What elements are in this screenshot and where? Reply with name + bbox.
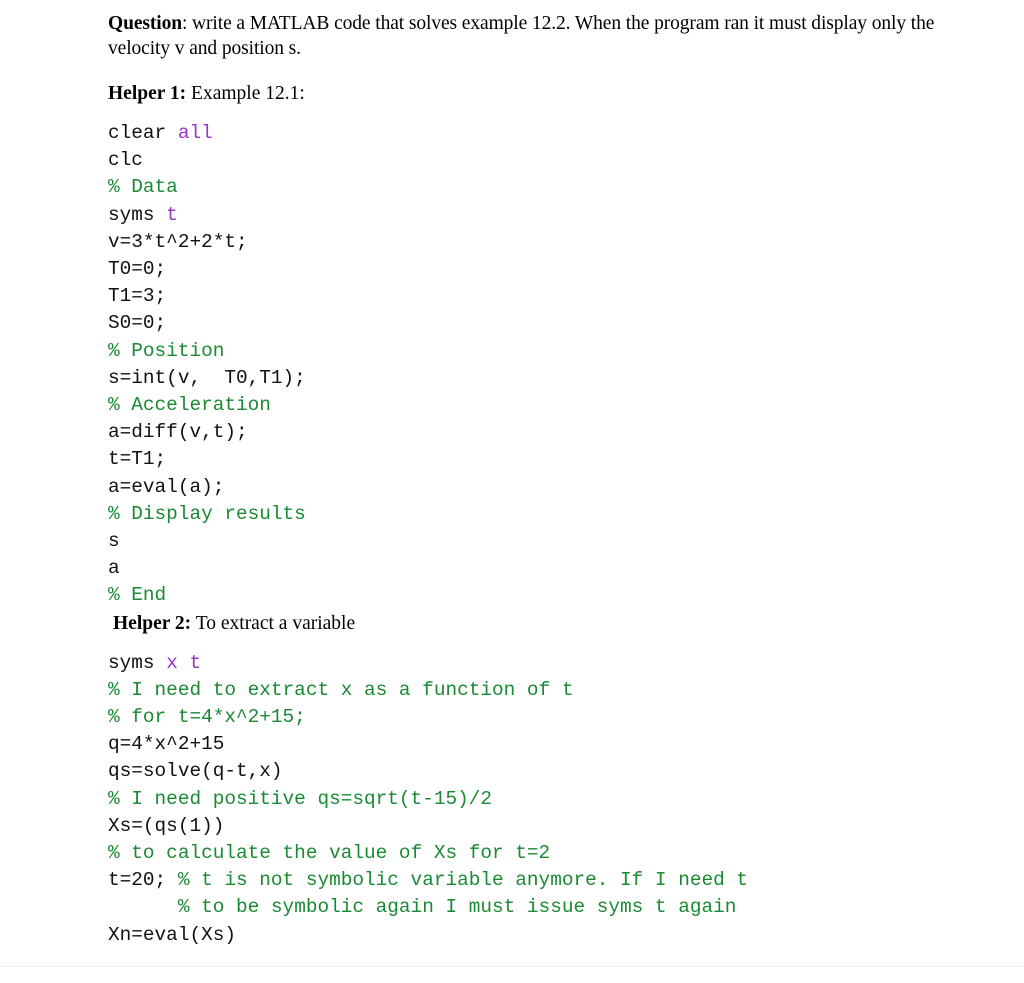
question-paragraph: Question: write a MATLAB code that solve… (108, 11, 988, 61)
code-token-plain: a=diff(v,t); (108, 421, 248, 444)
question-label: Question (108, 13, 182, 34)
code-line: % Position (108, 338, 988, 365)
code-token-plain: T1=3; (108, 285, 167, 308)
code-line: % Data (108, 174, 988, 201)
question-text: : write a MATLAB code that solves exampl… (108, 13, 935, 59)
code-token-plain: T0=0; (108, 258, 167, 281)
code-token-comment: % to calculate the value of Xs for t=2 (108, 842, 551, 865)
code-token-plain: t=20; (108, 869, 178, 892)
code-token-plain: clc (108, 149, 143, 172)
code-line: syms t (108, 202, 988, 229)
code-line: % I need to extract x as a function of t (108, 677, 988, 704)
code-token-comment: % Acceleration (108, 394, 271, 417)
code-line: % Acceleration (108, 392, 988, 419)
code-line: syms x t (108, 650, 988, 677)
code-line: % to be symbolic again I must issue syms… (108, 894, 988, 921)
code-token-comment: % I need positive qs=sqrt(t-15)/2 (108, 787, 492, 810)
code-token-plain: s=int(v, T0,T1); (108, 366, 306, 389)
code-token-plain: qs=solve(q-t,x) (108, 760, 283, 783)
code-token-keyword: x t (166, 651, 202, 674)
code-line: v=3*t^2+2*t; (108, 229, 988, 256)
code-line: clc (108, 147, 988, 174)
code-token-comment: % Data (108, 176, 178, 199)
code-line: S0=0; (108, 310, 988, 337)
helper-1-title: Example 12.1: (186, 83, 305, 104)
code-line: a=eval(a); (108, 474, 988, 501)
helper-1-heading: Helper 1: Example 12.1: (108, 81, 988, 106)
code-line: % End (108, 582, 988, 609)
code-token-comment: % to be symbolic again I must issue syms… (177, 896, 737, 919)
code-line: Xs=(qs(1)) (108, 813, 988, 840)
document-content: Question: write a MATLAB code that solve… (108, 11, 988, 949)
code-line: a=diff(v,t); (108, 419, 988, 446)
code-token-plain: s (108, 530, 120, 553)
helper-2-label: Helper 2: (113, 612, 192, 634)
code-token-keyword: all (177, 122, 213, 144)
helper-2-title: To extract a variable (191, 612, 356, 634)
code-token-plain: Xs=(qs(1)) (108, 814, 225, 837)
code-line: % to calculate the value of Xs for t=2 (108, 840, 988, 867)
bottom-margin-area (0, 967, 1024, 983)
code-line: a (108, 555, 988, 582)
helper-2-wrap: Helper 2: To extract a variable (108, 611, 988, 636)
code-line: qs=solve(q-t,x) (108, 758, 988, 785)
code-line: s=int(v, T0,T1); (108, 365, 988, 392)
code-token-plain: syms (108, 203, 167, 226)
matlab-code-block-1: clear all clc% Data syms t v=3*t^2+2*t; T0=0… (108, 120, 988, 610)
code-token-comment: % Position (108, 339, 225, 362)
code-line: T0=0; (108, 256, 988, 283)
code-line: s (108, 528, 988, 555)
matlab-code-block-2: syms x t% I need to extract x as a funct… (108, 650, 988, 949)
code-line: clear all (108, 120, 988, 147)
code-line: % for t=4*x^2+15; (108, 704, 988, 731)
code-token-plain: S0=0; (108, 312, 167, 335)
code-token-keyword: t (166, 203, 178, 226)
code-line: t=20; % t is not symbolic variable anymo… (108, 867, 988, 894)
code-token-comment: % End (108, 584, 167, 607)
code-token-comment: % for t=4*x^2+15; (108, 706, 306, 729)
code-token-plain: clear (108, 122, 178, 144)
code-token-plain: v=3*t^2+2*t; (108, 230, 248, 253)
helper-1-label: Helper 1: (108, 83, 187, 104)
code-token-plain: syms (108, 651, 167, 674)
code-line: T1=3; (108, 283, 988, 310)
code-line: % I need positive qs=sqrt(t-15)/2 (108, 786, 988, 813)
document-page: Question: write a MATLAB code that solve… (0, 0, 1024, 983)
code-line: Xn=eval(Xs) (108, 922, 988, 949)
code-token-plain: a (108, 557, 120, 580)
code-token-plain: t=T1; (108, 448, 167, 471)
code-token-comment: % t is not symbolic variable anymore. If… (177, 869, 749, 892)
helper-2-heading: Helper 2: To extract a variable (113, 611, 988, 636)
code-token-comment: % Display results (108, 502, 306, 525)
code-line: q=4*x^2+15 (108, 731, 988, 758)
code-line: % Display results (108, 501, 988, 528)
code-token-comment: % I need to extract x as a function of t (108, 678, 574, 701)
code-token-plain: a=eval(a); (108, 475, 225, 498)
code-line: t=T1; (108, 446, 988, 473)
code-token-plain: q=4*x^2+15 (108, 733, 225, 756)
code-token-plain: Xn=eval(Xs) (108, 923, 236, 946)
